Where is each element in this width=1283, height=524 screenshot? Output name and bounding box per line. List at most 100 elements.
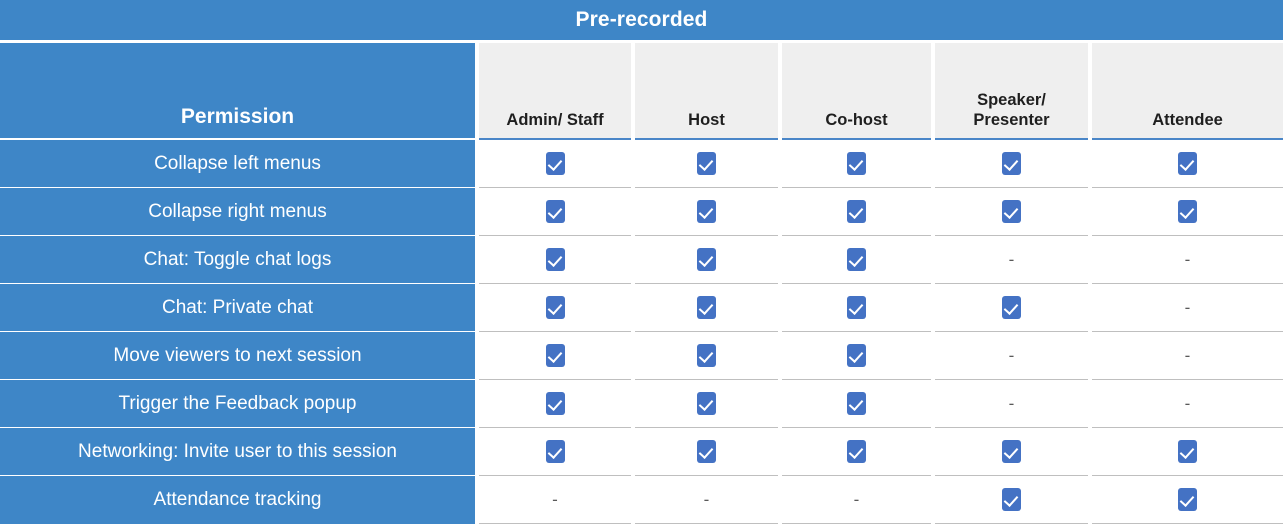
checkmark-icon (545, 296, 565, 319)
dash-icon: - (1008, 249, 1015, 269)
checkmark-icon (1178, 200, 1197, 223)
permission-label: Attendance tracking (0, 475, 479, 524)
permission-cell: - (1090, 331, 1283, 380)
permission-cell: - (477, 475, 635, 524)
permission-cell: - (1090, 235, 1283, 284)
permissions-table: Pre-recorded Permission Admin/ Staff Hos… (0, 0, 1283, 524)
dash-icon: - (1008, 393, 1015, 413)
permission-cell (1090, 427, 1283, 476)
permission-label: Chat: Toggle chat logs (0, 235, 479, 284)
permissions-table-body: Pre-recorded Permission Admin/ Staff Hos… (0, 0, 1283, 524)
table-row: Networking: Invite user to this session (0, 427, 1283, 476)
dash-icon: - (703, 489, 710, 509)
checkmark-icon (1002, 152, 1021, 175)
checkmark-icon (847, 296, 866, 319)
permission-cell: - (633, 475, 782, 524)
permission-cell (477, 331, 635, 380)
checkmark-icon (545, 344, 565, 367)
dash-icon: - (1184, 297, 1191, 317)
column-header-host: Host (633, 41, 782, 140)
dash-icon: - (552, 489, 558, 509)
permission-cell: - (780, 475, 935, 524)
checkmark-icon (697, 344, 716, 367)
permission-cell (633, 379, 782, 428)
permission-cell (633, 331, 782, 380)
checkmark-icon (847, 440, 866, 463)
checkmark-icon (697, 440, 716, 463)
checkmark-icon (847, 248, 866, 271)
permission-label: Collapse left menus (0, 139, 479, 188)
checkmark-icon (1002, 488, 1021, 511)
permission-cell (780, 139, 935, 188)
dash-icon: - (1008, 345, 1015, 365)
checkmark-icon (1178, 152, 1197, 175)
permission-cell: - (933, 379, 1092, 428)
permission-cell (1090, 187, 1283, 236)
permission-cell (477, 139, 635, 188)
permission-cell: - (1090, 379, 1283, 428)
permission-cell: - (933, 235, 1092, 284)
dash-icon: - (1184, 393, 1191, 413)
permission-cell (477, 427, 635, 476)
permission-cell (477, 283, 635, 332)
checkmark-icon (545, 248, 565, 271)
checkmark-icon (697, 392, 716, 415)
table-row: Collapse left menus (0, 139, 1283, 188)
checkmark-icon (697, 248, 716, 271)
checkmark-icon (847, 200, 866, 223)
permission-cell (633, 283, 782, 332)
table-row: Trigger the Feedback popup - - (0, 379, 1283, 428)
permission-cell: - (1090, 283, 1283, 332)
checkmark-icon (847, 392, 866, 415)
checkmark-icon (545, 200, 565, 223)
dash-icon: - (853, 489, 860, 509)
permission-cell: - (933, 331, 1092, 380)
checkmark-icon (697, 200, 716, 223)
permission-cell (933, 475, 1092, 524)
checkmark-icon (1002, 200, 1021, 223)
checkmark-icon (697, 296, 716, 319)
checkmark-icon (847, 152, 866, 175)
column-header-attendee: Attendee (1090, 41, 1283, 140)
table-row: Move viewers to next session - - (0, 331, 1283, 380)
permission-cell (633, 187, 782, 236)
permission-label: Networking: Invite user to this session (0, 427, 479, 476)
table-row: Attendance tracking - - - (0, 475, 1283, 524)
permission-cell (633, 139, 782, 188)
dash-icon: - (1184, 249, 1191, 269)
dash-icon: - (1184, 345, 1191, 365)
checkmark-icon (1178, 440, 1197, 463)
permission-cell (780, 331, 935, 380)
table-row: Chat: Private chat - (0, 283, 1283, 332)
column-header-admin-staff: Admin/ Staff (477, 41, 635, 140)
permission-label: Chat: Private chat (0, 283, 479, 332)
column-header-co-host: Co-host (780, 41, 935, 140)
permission-cell (477, 187, 635, 236)
permission-label: Move viewers to next session (0, 331, 479, 380)
permission-cell (780, 235, 935, 284)
table-title: Pre-recorded (0, 0, 1283, 42)
permission-cell (1090, 139, 1283, 188)
permission-cell (780, 283, 935, 332)
table-row: Chat: Toggle chat logs - - (0, 235, 1283, 284)
checkmark-icon (1002, 440, 1021, 463)
column-header-permission: Permission (0, 41, 479, 140)
checkmark-icon (1002, 296, 1021, 319)
permission-cell (780, 427, 935, 476)
permission-cell (933, 187, 1092, 236)
column-header-speaker-presenter: Speaker/Presenter (933, 41, 1092, 140)
permission-cell (477, 235, 635, 284)
permission-cell (780, 379, 935, 428)
permission-cell (933, 427, 1092, 476)
table-title-row: Pre-recorded (0, 0, 1283, 42)
checkmark-icon (545, 440, 565, 463)
permission-label: Trigger the Feedback popup (0, 379, 479, 428)
checkmark-icon (545, 152, 565, 175)
checkmark-icon (545, 392, 565, 415)
permission-cell (477, 379, 635, 428)
checkmark-icon (847, 344, 866, 367)
permission-cell (933, 283, 1092, 332)
permission-cell (1090, 475, 1283, 524)
checkmark-icon (1178, 488, 1197, 511)
permission-label: Collapse right menus (0, 187, 479, 236)
